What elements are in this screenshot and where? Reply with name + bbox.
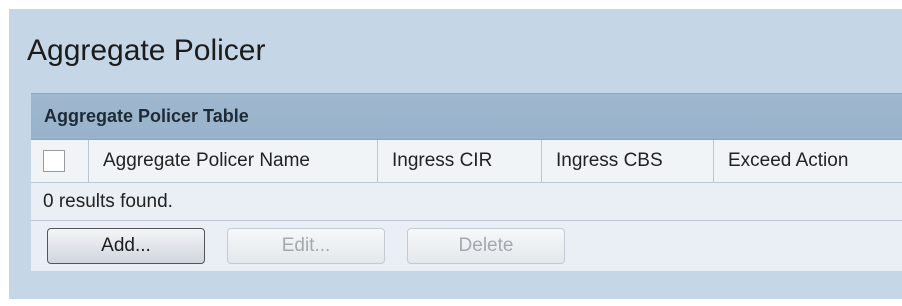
column-header-name[interactable]: Aggregate Policer Name <box>89 140 378 182</box>
page-title: Aggregate Policer <box>27 34 266 67</box>
table-button-bar: Add... Edit... Delete <box>31 221 902 271</box>
results-status: 0 results found. <box>31 183 902 221</box>
column-header-ingress-cbs[interactable]: Ingress CBS <box>542 140 714 182</box>
delete-button[interactable]: Delete <box>407 228 565 264</box>
column-header-ingress-cir[interactable]: Ingress CIR <box>378 140 542 182</box>
select-all-cell <box>31 140 89 182</box>
content-panel: Aggregate Policer Aggregate Policer Tabl… <box>9 9 902 299</box>
select-all-checkbox[interactable] <box>43 150 65 172</box>
aggregate-policer-table: Aggregate Policer Table Aggregate Police… <box>31 93 902 271</box>
table-header-row: Aggregate Policer Name Ingress CIR Ingre… <box>31 140 902 183</box>
edit-button[interactable]: Edit... <box>227 228 385 264</box>
column-header-exceed-action[interactable]: Exceed Action <box>714 140 902 182</box>
table-caption: Aggregate Policer Table <box>31 93 902 140</box>
add-button[interactable]: Add... <box>47 228 205 264</box>
